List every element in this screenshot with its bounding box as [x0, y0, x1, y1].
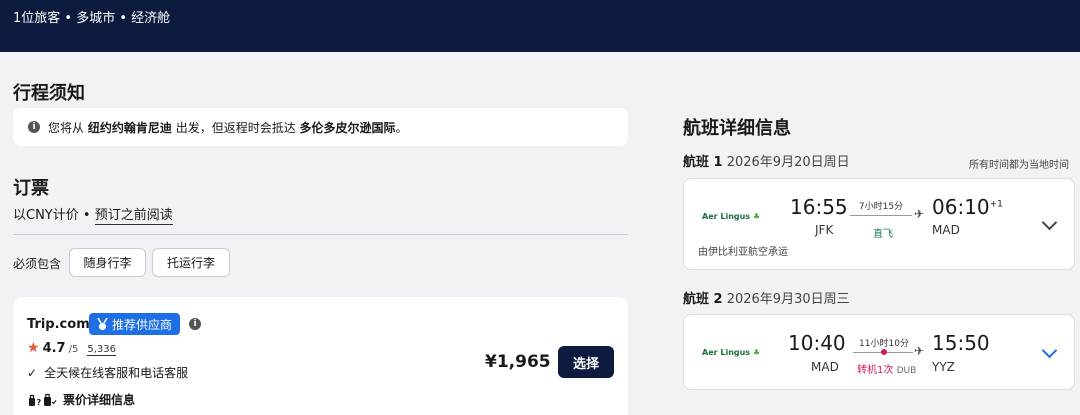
info-icon: i — [28, 121, 40, 133]
fare-detail: ? 票价详细信息 — [27, 391, 135, 408]
support-text: 全天候在线客服和电话客服 — [44, 366, 189, 380]
arrive-code: YYZ — [932, 360, 955, 374]
carry-on-bag-toggle[interactable]: 随身行李 — [69, 248, 146, 277]
flight-2-label: 航班 2 2026年9月30日周三 — [683, 288, 850, 307]
airline-name: Aer Lingus — [702, 212, 751, 221]
stop-dot — [881, 349, 887, 355]
vendor-name: Trip.com — [27, 317, 90, 332]
badge-label: 推荐供应商 — [112, 317, 173, 332]
stop-airport: DUB — [896, 366, 917, 376]
arrive-code: MAD — [932, 223, 960, 237]
depart-code: MAD — [811, 360, 839, 374]
stops: 转机1次 DUB — [857, 361, 916, 376]
plane-icon: ✈ — [914, 207, 925, 221]
arrive-time: 15:50 — [932, 331, 990, 355]
star-icon: ★ — [27, 340, 40, 356]
route-line — [850, 215, 912, 216]
svg-text:?: ? — [37, 398, 42, 407]
notice-suffix: 。 — [395, 120, 408, 135]
review-count-link[interactable]: 5,336 — [87, 344, 116, 356]
checked-bag-toggle[interactable]: 托运行李 — [152, 248, 230, 277]
chevron-down-icon[interactable] — [1041, 214, 1058, 231]
operated-by: 由伊比利亚航空承运 — [698, 247, 788, 258]
flight-2-card[interactable]: Aer Lingus ♣ 10:40 MAD 11小时10分 ✈ 转机1次 DU… — [683, 314, 1075, 390]
flight-2-date: 2026年9月30日周三 — [726, 292, 850, 307]
booking-title: 订票 — [13, 178, 49, 199]
stop-count: 转机1次 — [857, 365, 894, 376]
airline-logo: Aer Lingus ♣ — [702, 212, 760, 221]
depart-time: 16:55 — [790, 195, 848, 219]
flight-duration: 11小时10分 — [859, 339, 909, 349]
notice-middle: 出发，但返程时会抵达 — [175, 120, 296, 135]
rating-score: 4.7 — [42, 341, 66, 356]
flight-2-number: 航班 2 — [683, 292, 723, 307]
rating-out-of: /5 — [68, 344, 79, 355]
top-bar: 1位旅客 • 多城市 • 经济舱 — [0, 0, 1080, 52]
vendor-info-icon[interactable]: i — [189, 318, 201, 330]
recommended-badge: 推荐供应商 — [89, 313, 181, 335]
plane-icon: ✈ — [914, 344, 925, 358]
depart-code: JFK — [815, 223, 834, 237]
flight-details-title: 航班详细信息 — [683, 118, 791, 139]
read-before-booking-link[interactable]: 预订之前阅读 — [94, 208, 173, 225]
flight-1-label: 航班 1 2026年9月20日周日 — [683, 151, 850, 170]
select-button[interactable]: 选择 — [558, 346, 614, 378]
notice-prefix: 您将从 — [48, 120, 85, 135]
pricing-line: 以CNY计价 • 预订之前阅读 — [13, 204, 173, 225]
flight-duration: 7小时15分 — [858, 202, 904, 212]
separator: • — [82, 208, 91, 223]
timezone-note: 所有时间都为当地时间 — [969, 160, 1069, 171]
airline-logo: Aer Lingus ♣ — [702, 348, 760, 357]
flight-1-card[interactable]: Aer Lingus ♣ 16:55 JFK 7小时15分 ✈ 直飞 06:10… — [683, 178, 1075, 270]
baggage-icons: ? — [29, 393, 57, 407]
arrive-day-offset: +1 — [989, 199, 1003, 210]
chevron-down-icon[interactable] — [1041, 342, 1058, 359]
arrive-time-value: 06:10 — [932, 195, 990, 219]
currency-text: 以CNY计价 — [13, 208, 79, 223]
notice-origin: 纽约约翰肯尼迪 — [87, 120, 172, 135]
fare-detail-label[interactable]: 票价详细信息 — [63, 391, 135, 408]
includes-label: 必须包含 — [13, 257, 62, 271]
notice-destination: 多伦多皮尔逊国际 — [299, 120, 396, 135]
vendor-card: Trip.com 推荐供应商 i ★ 4.7 /5 5,336 ✓ 全天候在线客服… — [13, 297, 628, 415]
notice-box: i 您将从 纽约约翰肯尼迪 出发，但返程时会抵达 多伦多皮尔逊国际 。 — [13, 108, 628, 146]
shamrock-icon: ♣ — [752, 348, 761, 357]
support-feature: ✓ 全天候在线客服和电话客服 — [27, 364, 188, 381]
depart-time: 10:40 — [788, 331, 846, 355]
trip-summary: 1位旅客 • 多城市 • 经济舱 — [13, 11, 171, 26]
medal-icon — [97, 317, 108, 330]
arrive-time: 06:10+1 — [932, 195, 1003, 219]
notice-title: 行程须知 — [13, 83, 85, 104]
stops: 直飞 — [873, 225, 893, 240]
price: ¥1,965 — [485, 352, 551, 372]
airline-name: Aer Lingus — [702, 348, 751, 357]
divider — [13, 234, 628, 235]
flight-1-date: 2026年9月20日周日 — [726, 155, 850, 170]
rating: ★ 4.7 /5 5,336 — [27, 340, 116, 356]
shamrock-icon: ♣ — [752, 212, 761, 221]
check-icon: ✓ — [27, 366, 38, 380]
flight-1-number: 航班 1 — [683, 155, 723, 170]
direct-label: 直飞 — [873, 229, 893, 240]
